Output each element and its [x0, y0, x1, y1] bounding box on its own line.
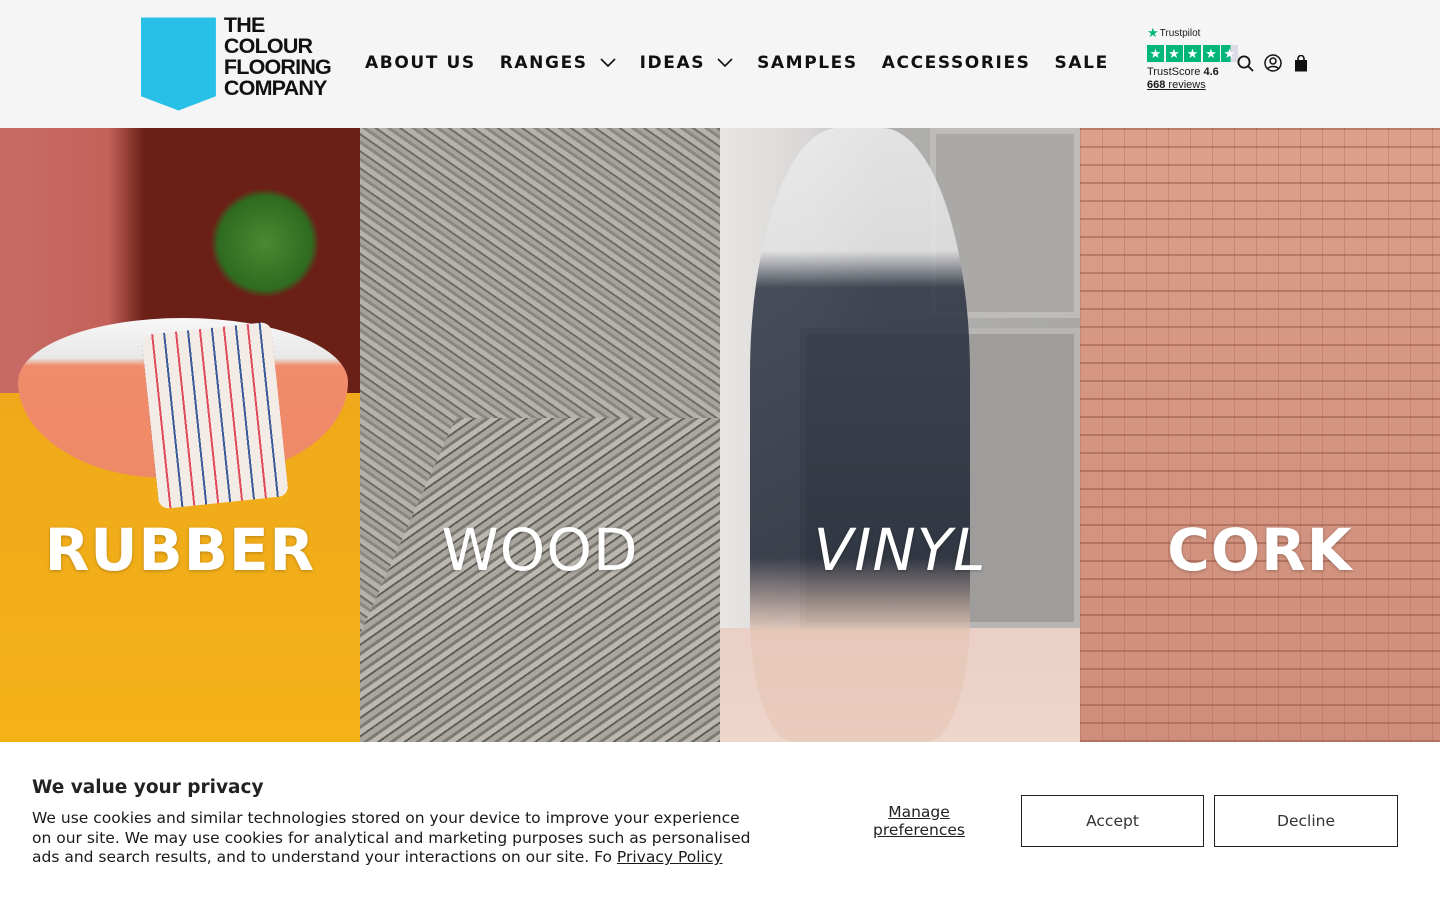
logo-shield-icon: [141, 17, 216, 111]
nav-item-about-us[interactable]: ABOUT US: [365, 53, 476, 73]
nav-item-label: SALE: [1054, 53, 1109, 73]
manage-preferences-link[interactable]: Manage preferences: [855, 803, 983, 839]
decline-button[interactable]: Decline: [1214, 795, 1398, 847]
trustscore: TrustScore 4.6: [1147, 66, 1247, 78]
trustscore-label: TrustScore: [1147, 66, 1201, 78]
nav-item-ranges[interactable]: RANGES: [500, 53, 616, 73]
review-count: 668: [1147, 79, 1166, 91]
logo-line: COMPANY: [223, 76, 328, 100]
nav-item-label: IDEAS: [639, 53, 706, 73]
nav-item-samples[interactable]: SAMPLES: [757, 53, 858, 73]
tile-wood[interactable]: WOOD: [360, 128, 720, 742]
star-icon: ★: [1147, 45, 1164, 62]
towel-image: [141, 321, 289, 510]
trustpilot-logo: ★ Trustpilot: [1147, 25, 1247, 40]
trustpilot-widget[interactable]: ★ Trustpilot ★ ★ ★ ★ ★ TrustScore 4.6 66…: [1147, 25, 1247, 91]
logo-line: COLOUR: [223, 34, 313, 58]
trustpilot-reviews-link[interactable]: 668 reviews: [1147, 79, 1247, 91]
chevron-down-icon: [600, 58, 616, 68]
cookie-title: We value your privacy: [32, 777, 264, 798]
nav-item-label: SAMPLES: [757, 53, 858, 73]
nav-item-ideas[interactable]: IDEAS: [640, 53, 733, 73]
nav-item-sale[interactable]: SALE: [1055, 53, 1109, 73]
tile-rubber[interactable]: RUBBER: [0, 128, 360, 742]
accept-button[interactable]: Accept: [1021, 795, 1204, 847]
privacy-policy-link[interactable]: Privacy Policy: [617, 848, 723, 866]
person-walking-image: [750, 128, 970, 742]
nav-item-label: ABOUT US: [365, 53, 476, 73]
star-icon: ★: [1202, 45, 1220, 62]
tile-cork[interactable]: CORK: [1080, 128, 1440, 742]
nav-item-label: RANGES: [499, 53, 588, 73]
logo-wordmark: THE COLOUR FLOORING COMPANY: [223, 13, 332, 113]
tile-label: WOOD: [441, 516, 639, 584]
main-nav: ABOUT US RANGES IDEAS SAMPLES ACCESSORIE…: [365, 50, 1133, 76]
logo-line: THE: [223, 13, 265, 37]
nav-item-accessories[interactable]: ACCESSORIES: [882, 53, 1031, 73]
nav-item-label: ACCESSORIES: [881, 53, 1031, 73]
site-header: THE COLOUR FLOORING COMPANY ABOUT US RAN…: [0, 0, 1440, 128]
star-icon: ★: [1165, 45, 1183, 62]
tile-label: RUBBER: [44, 516, 316, 584]
search-icon[interactable]: [1236, 54, 1254, 72]
trustpilot-rating-stars: ★ ★ ★ ★ ★: [1147, 45, 1247, 62]
trustpilot-brand: Trustpilot: [1159, 27, 1201, 39]
cookie-text: We use cookies and similar technologies …: [32, 809, 762, 868]
cookie-banner: We value your privacy We use cookies and…: [0, 742, 1440, 900]
plant-image: [210, 188, 320, 298]
trustpilot-star-icon: ★: [1147, 25, 1159, 40]
site-logo[interactable]: THE COLOUR FLOORING COMPANY: [141, 13, 332, 113]
header-icons: [1236, 54, 1320, 72]
trustscore-value: 4.6: [1203, 66, 1219, 78]
reviews-label: reviews: [1168, 79, 1206, 91]
tile-vinyl[interactable]: VINYL: [720, 128, 1080, 742]
cart-icon[interactable]: [1292, 54, 1310, 72]
tile-label: CORK: [1167, 516, 1353, 584]
account-icon[interactable]: [1264, 54, 1282, 72]
tile-label: VINYL: [813, 516, 987, 584]
logo-line: FLOORING: [223, 55, 332, 79]
chevron-down-icon: [717, 58, 733, 68]
category-tiles: RUBBER WOOD VINYL CORK: [0, 128, 1440, 742]
star-icon: ★: [1184, 45, 1201, 62]
